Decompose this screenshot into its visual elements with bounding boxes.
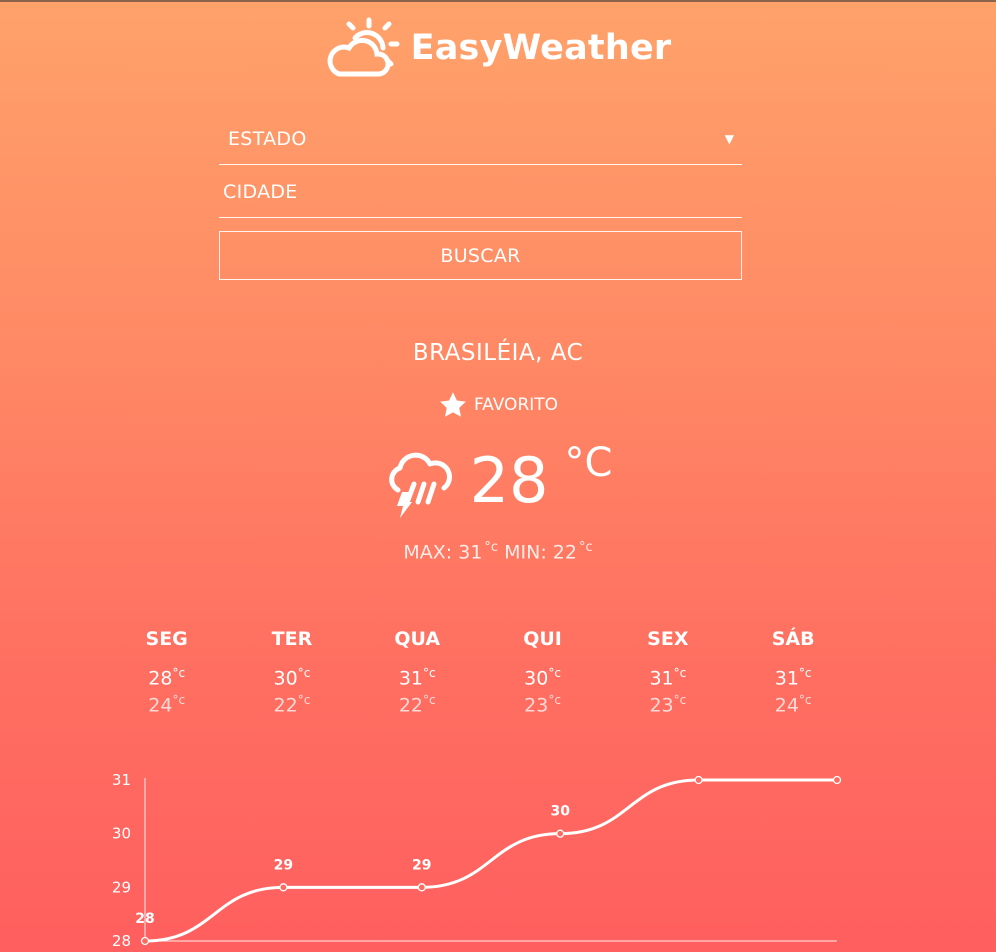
forecast-day: SEX 31°c 23°c bbox=[605, 624, 730, 715]
current-temperature: 28 bbox=[469, 444, 549, 517]
forecast-high-unit: °c bbox=[798, 666, 812, 680]
thunderstorm-icon bbox=[388, 452, 452, 518]
window-top-border bbox=[0, 0, 996, 2]
forecast-day-name: SÁB bbox=[771, 628, 815, 650]
forecast-day: QUI 30°c 23°c bbox=[480, 624, 605, 715]
temperature-unit: °C bbox=[564, 440, 613, 486]
data-point bbox=[279, 883, 288, 892]
forecast-day-name: QUA bbox=[394, 628, 441, 650]
forecast-day: SEG 28°c 24°c bbox=[104, 624, 229, 715]
forecast-day: QUA 31°c 22°c bbox=[355, 624, 480, 715]
star-icon bbox=[440, 392, 466, 417]
data-label: 29 bbox=[412, 857, 431, 873]
series-line bbox=[144, 778, 837, 943]
forecast-high: 30°c bbox=[524, 666, 561, 690]
forecast-low-unit: °c bbox=[423, 693, 436, 707]
forecast-day-name: QUI bbox=[523, 628, 562, 650]
data-point bbox=[694, 775, 703, 785]
search-form: ESTADO ▼ CIDADE BUSCAR bbox=[219, 114, 742, 280]
forecast-day: TER 30°c 22°c bbox=[229, 624, 354, 715]
data-point bbox=[140, 936, 150, 946]
max-temperature: MAX: 31 bbox=[403, 541, 483, 564]
data-point bbox=[556, 829, 565, 838]
min-temperature: MIN: 22 bbox=[504, 541, 577, 564]
temperature-chart: 282930312829 2930 bbox=[112, 771, 842, 950]
y-tick-label: 30 bbox=[112, 825, 131, 843]
data-point bbox=[832, 775, 842, 785]
state-select[interactable]: ESTADO ▼ bbox=[219, 114, 742, 165]
app-title: EasyWeather bbox=[410, 28, 672, 68]
city-input-placeholder: CIDADE bbox=[223, 181, 298, 203]
data-label: 28 bbox=[135, 911, 154, 927]
forecast-high-unit: °c bbox=[172, 666, 186, 680]
forecast-low: 22°c bbox=[273, 693, 311, 717]
min-unit: °c bbox=[578, 540, 593, 555]
forecast-low: 23°c bbox=[524, 693, 561, 717]
partly-cloudy-sun-icon bbox=[327, 17, 400, 77]
forecast-low: 24°c bbox=[148, 693, 186, 717]
forecast-high-unit: °c bbox=[423, 666, 436, 680]
max-unit: °c bbox=[484, 540, 499, 555]
data-label: 29 bbox=[274, 857, 293, 873]
forecast-day-name: TER bbox=[271, 628, 313, 650]
forecast-high: 31°c bbox=[398, 666, 436, 690]
forecast-low-unit: °c bbox=[172, 693, 186, 707]
city-input[interactable]: CIDADE bbox=[219, 167, 742, 218]
location-name: BRASILÉIA, AC bbox=[412, 340, 584, 366]
forecast-day-name: SEG bbox=[145, 628, 188, 650]
data-point bbox=[417, 883, 426, 892]
chevron-down-icon: ▼ bbox=[724, 132, 734, 146]
forecast-high: 28°c bbox=[148, 666, 186, 690]
app-header: EasyWeather bbox=[0, 8, 996, 88]
current-weather: 28 °C bbox=[0, 438, 996, 524]
y-tick-label: 31 bbox=[112, 771, 131, 789]
forecast-low: 24°c bbox=[774, 693, 812, 717]
forecast-high: 31°c bbox=[649, 666, 687, 690]
forecast-high-unit: °c bbox=[297, 666, 311, 680]
forecast-high: 30°c bbox=[273, 666, 311, 690]
forecast-low-unit: °c bbox=[798, 693, 812, 707]
state-select-label: ESTADO bbox=[228, 128, 307, 150]
forecast-high-unit: °c bbox=[673, 666, 687, 680]
forecast-low: 22°c bbox=[398, 693, 436, 717]
forecast-low-unit: °c bbox=[548, 693, 561, 707]
search-button[interactable]: BUSCAR bbox=[219, 231, 742, 280]
forecast-low-unit: °c bbox=[673, 693, 687, 707]
forecast-day: SÁB 31°c 24°c bbox=[730, 624, 855, 715]
weekly-forecast: SEG 28°c 24°c TER 30°c 22°c QUA 31°c 22°… bbox=[104, 624, 856, 715]
favorite-label: FAVORITO bbox=[473, 395, 559, 415]
favorite-button[interactable]: FAVORITO bbox=[0, 390, 996, 420]
forecast-day-name: SEX bbox=[647, 628, 689, 650]
data-label: 30 bbox=[550, 804, 570, 820]
y-tick-label: 28 bbox=[112, 932, 131, 950]
forecast-low: 23°c bbox=[649, 693, 687, 717]
forecast-low-unit: °c bbox=[297, 693, 311, 707]
min-max-temperature: MAX: 31 °c MIN: 22 °c bbox=[0, 540, 996, 563]
y-tick-label: 29 bbox=[112, 878, 131, 896]
forecast-high: 31°c bbox=[774, 666, 812, 690]
forecast-high-unit: °c bbox=[548, 666, 561, 680]
